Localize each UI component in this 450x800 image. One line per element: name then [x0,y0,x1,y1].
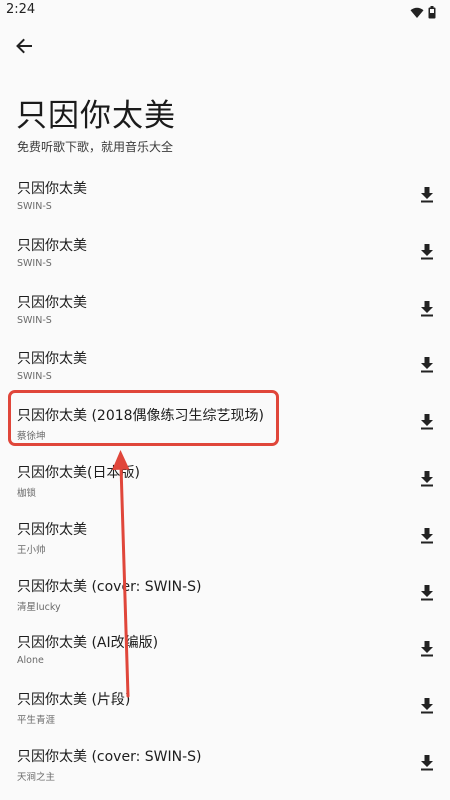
arrow-left-icon [15,37,33,59]
download-icon [421,300,433,317]
download-icon [421,414,433,430]
download-icon [421,641,433,657]
page-subtitle: 免费听歌下歌，就用音乐大全 [17,140,174,154]
download-icon [421,357,433,373]
download-button[interactable] [416,468,438,490]
wifi-icon [410,4,424,23]
page-title: 只因你太美 [16,98,176,134]
song-list-item[interactable]: 只因你太美 (cover: SWIN-S) 天涧之主 [0,738,450,795]
song-artist: SWIN-S [17,371,52,383]
song-title: 只因你太美 (AI改编版) [17,635,159,652]
song-title: 只因你太美 [17,181,87,197]
song-artist: SWIN-S [17,314,52,326]
song-list-item[interactable]: 只因你太美 SWIN-S [0,227,450,284]
download-icon [421,243,433,260]
song-list-item[interactable]: 只因你太美 王小帅 [0,511,450,568]
song-title: 只因你太美(日本版) [17,464,140,481]
song-artist: 王小帅 [17,544,46,556]
song-list-item[interactable]: 只因你太美 SWIN-S [0,284,450,341]
song-list-item[interactable]: 只因你太美 SWIN-S [0,170,450,227]
download-button[interactable] [416,582,438,604]
song-title: 只因你太美 [17,351,87,368]
song-artist: 枷锁 [17,487,37,499]
song-artist: 天涧之主 [17,771,56,783]
song-title: 只因你太美 [17,237,87,254]
download-icon [421,584,433,601]
download-icon [421,698,433,714]
song-list-item[interactable]: 只因你太美 (AI改编版) Alone [0,624,450,681]
download-button[interactable] [416,752,438,774]
download-icon [421,754,433,771]
download-icon [421,470,433,487]
back-button[interactable] [10,34,38,62]
song-title: 只因你太美 [17,294,87,311]
song-title: 只因你太美 [17,521,87,538]
status-time: 2:24 [6,2,36,17]
song-list-item[interactable]: 只因你太美(日本版) 枷锁 [0,454,450,511]
download-button[interactable] [416,638,438,660]
song-list-item[interactable]: 只因你太美 (cover: SWIN-S) 清星lucky [0,568,450,625]
song-artist: 平生青涯 [17,715,56,727]
battery-icon [428,4,436,23]
song-title: 只因你太美 (片段) [17,692,131,709]
download-button[interactable] [416,241,438,263]
song-list: 只因你太美 SWIN-S 只因你太美 SWIN-S 只因你太美 SWIN-S 只… [0,170,450,795]
download-button[interactable] [416,298,438,320]
annotation-highlight-box [8,390,279,446]
download-button[interactable] [416,525,438,547]
download-icon [421,527,433,544]
download-button[interactable] [416,184,438,206]
song-artist: 清星lucky [17,601,61,613]
song-list-item[interactable]: 只因你太美 SWIN-S [0,340,450,397]
status-icons [410,4,436,23]
song-artist: SWIN-S [17,257,52,269]
download-icon [421,187,433,203]
download-button[interactable] [416,354,438,376]
download-button[interactable] [416,411,438,433]
song-list-item[interactable]: 只因你太美 (片段) 平生青涯 [0,681,450,738]
status-bar: 2:24 [0,0,450,22]
song-artist: SWIN-S [17,201,52,212]
screen: 2:24 只因你太美 免费听歌下歌，就用音乐大全 只因你太美 SWIN-S 只因… [0,0,450,800]
song-artist: Alone [17,655,44,667]
song-title: 只因你太美 (cover: SWIN-S) [17,578,202,595]
song-title: 只因你太美 (cover: SWIN-S) [17,748,202,765]
download-button[interactable] [416,695,438,717]
